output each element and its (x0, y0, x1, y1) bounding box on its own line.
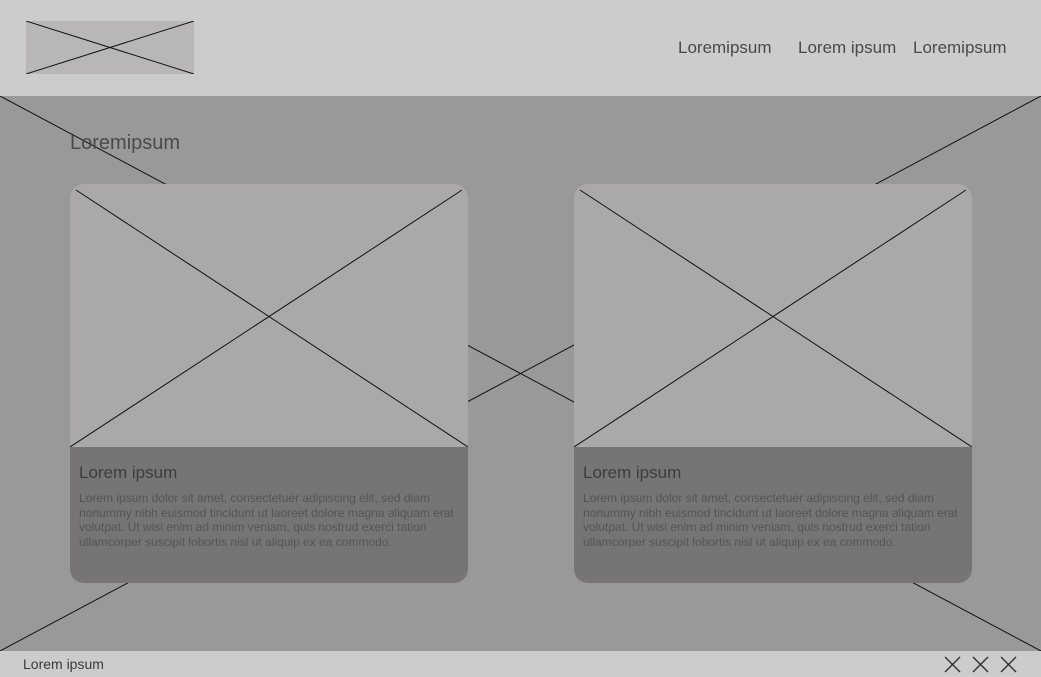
card-placeholder-image (574, 184, 972, 447)
footer-text: Lorem ipsum (23, 656, 104, 672)
card-placeholder-image (70, 184, 468, 447)
site-footer: Lorem ipsum (0, 651, 1041, 677)
placeholder-icon[interactable] (972, 656, 989, 673)
nav-link-3[interactable]: Loremipsum (913, 38, 1007, 58)
content-card[interactable]: Lorem ipsum Lorem ipsum dolor sit amet, … (574, 184, 972, 583)
content-card[interactable]: Lorem ipsum Lorem ipsum dolor sit amet, … (70, 184, 468, 583)
section-title: Loremipsum (70, 132, 181, 154)
hero-background-image: Loremipsum Lorem ipsum Lorem ipsum dolor… (0, 96, 1041, 651)
placeholder-icon[interactable] (1000, 656, 1017, 673)
logo-placeholder-image[interactable] (26, 21, 194, 74)
card-body: Lorem ipsum Lorem ipsum dolor sit amet, … (70, 447, 468, 583)
card-title: Lorem ipsum (79, 463, 178, 482)
card-text: Lorem ipsum dolor sit amet, consectetuer… (79, 491, 454, 549)
card-text: Lorem ipsum dolor sit amet, consectetuer… (583, 491, 958, 549)
nav-link-1[interactable]: Loremipsum (678, 38, 772, 58)
placeholder-icon[interactable] (944, 656, 961, 673)
card-title: Lorem ipsum (583, 463, 682, 482)
card-body: Lorem ipsum Lorem ipsum dolor sit amet, … (574, 447, 972, 583)
site-header: Loremipsum Lorem ipsum Loremipsum (0, 0, 1041, 96)
nav-link-2[interactable]: Lorem ipsum (798, 38, 896, 58)
